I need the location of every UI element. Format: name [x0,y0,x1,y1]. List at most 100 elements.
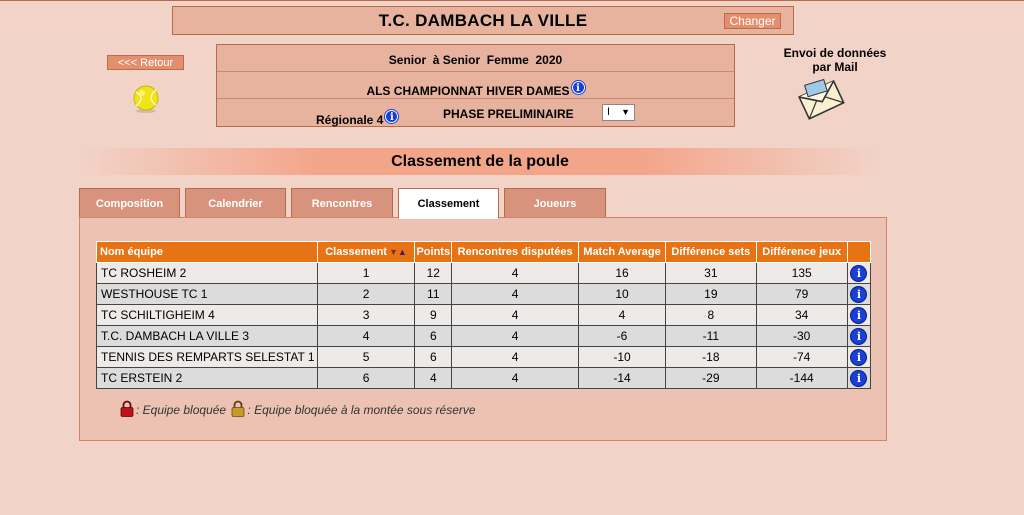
lock-legend: : Equipe bloquée : Equipe bloquée à la m… [118,400,476,417]
team-name: T.C. DAMBACH LA VILLE 3 [96,325,318,347]
diff-sets-cell: 8 [665,304,757,326]
match-average-cell: -10 [577,346,667,368]
played-cell: 4 [451,283,579,305]
col-rank[interactable]: Classement ▼▲ [316,241,416,263]
team-name: TENNIS DES REMPARTS SELESTAT 1 [96,346,318,368]
match-average-cell: 10 [577,283,667,305]
table-header-row: Nom équipe Classement ▼▲ Points Rencontre… [96,241,872,263]
info-cell: i [846,367,872,389]
tab-composition[interactable]: Composition [79,188,180,218]
info-icon[interactable]: i [851,328,867,344]
tab-joueurs[interactable]: Joueurs [504,188,606,218]
points-cell: 6 [414,346,453,368]
info-cell: i [846,283,872,305]
mail-envelope-icon[interactable] [797,75,845,123]
col-diff-sets[interactable]: Différence sets [665,241,757,263]
diff-sets-cell: 31 [665,262,757,284]
played-cell: 4 [451,262,579,284]
col-match-average[interactable]: Match Average [577,241,667,263]
diff-games-cell: 135 [755,262,848,284]
diff-sets-cell: -11 [665,325,757,347]
category-label: Senior à Senior Femme 2020 [388,53,563,67]
col-points[interactable]: Points [414,241,453,263]
info-cell: i [846,304,872,326]
match-average-cell: -14 [577,367,667,389]
col-info [846,241,872,263]
table-row: TC ROSHEIM 2 1 12 4 16 31 135 i [96,262,872,284]
legend-blocked: : Equipe bloquée [136,403,227,417]
rank-cell: 5 [316,346,416,368]
sort-icon[interactable]: ▼▲ [389,247,407,257]
mail-label: Envoi de données par Mail [760,46,910,74]
col-played[interactable]: Rencontres disputées [451,241,579,263]
diff-games-cell: 79 [755,283,848,305]
competition-info-box: Senior à Senior Femme 2020 ALS CHAMPIONN… [216,44,735,127]
points-cell: 11 [414,283,453,305]
championship-wrap: ALS CHAMPIONNAT HIVER DAMES i [217,81,734,98]
tab-classement[interactable]: Classement [398,188,499,219]
mail-label-line1: Envoi de données [783,46,887,60]
table-row: TC ERSTEIN 2 6 4 4 -14 -29 -144 i [96,367,872,389]
ranking-panel: Nom équipe Classement ▼▲ Points Rencontre… [79,217,887,441]
dropdown-arrow-icon: ▼ [621,107,630,117]
points-cell: 12 [414,262,453,284]
tennis-ball-icon [133,85,159,113]
rank-cell: 4 [316,325,416,347]
info-cell: i [846,262,872,284]
played-cell: 4 [451,367,579,389]
red-lock-icon [120,400,134,417]
gold-lock-icon [232,400,245,417]
match-average-cell: 4 [577,304,667,326]
col-rank-label: Classement [325,246,387,258]
phase-selected-value: I [607,106,611,118]
points-cell: 4 [414,367,453,389]
mail-label-line2: par Mail [812,60,858,74]
diff-games-cell: -144 [755,367,848,389]
table-row: TENNIS DES REMPARTS SELESTAT 1 5 6 4 -10… [96,346,872,368]
diff-sets-cell: -18 [665,346,757,368]
rank-cell: 2 [316,283,416,305]
info-icon[interactable]: i [851,307,867,323]
club-header: T.C. DAMBACH LA VILLE Changer [172,6,794,35]
phase-label: PHASE PRELIMINAIRE [443,107,574,121]
table-row: TC SCHILTIGHEIM 4 3 9 4 4 8 34 i [96,304,872,326]
info-icon[interactable]: i [851,370,867,386]
division-row: Régionale 4i PHASE PRELIMINAIRE I ▼ [217,99,734,127]
club-name: T.C. DAMBACH LA VILLE [378,11,588,30]
info-icon[interactable]: i [851,265,867,281]
diff-games-cell: -30 [755,325,848,347]
info-icon[interactable]: i [851,286,867,302]
diff-games-cell: 34 [755,304,848,326]
championship-row: ALS CHAMPIONNAT HIVER DAMES i [217,72,734,99]
info-cell: i [846,325,872,347]
col-diff-games[interactable]: Différence jeux [755,241,848,263]
diff-games-cell: -74 [755,346,848,368]
table-row: WESTHOUSE TC 1 2 11 4 10 19 79 i [96,283,872,305]
phase-select[interactable]: I ▼ [602,104,635,121]
played-cell: 4 [451,325,579,347]
rank-cell: 6 [316,367,416,389]
info-icon[interactable]: i [851,349,867,365]
match-average-cell: 16 [577,262,667,284]
change-club-button[interactable]: Changer [724,13,781,29]
points-cell: 6 [414,325,453,347]
team-name: WESTHOUSE TC 1 [96,283,318,305]
tab-rencontres[interactable]: Rencontres [291,188,393,218]
played-cell: 4 [451,304,579,326]
diff-sets-cell: 19 [665,283,757,305]
points-cell: 9 [414,304,453,326]
section-band: Classement de la poule [80,148,880,175]
info-cell: i [846,346,872,368]
team-name: TC ROSHEIM 2 [96,262,318,284]
tab-calendrier[interactable]: Calendrier [185,188,286,218]
section-title: Classement de la poule [391,153,569,170]
legend-blocked-promotion: : Equipe bloquée à la montée sous réserv… [247,403,476,417]
col-team[interactable]: Nom équipe [96,241,318,263]
played-cell: 4 [451,346,579,368]
back-button[interactable]: <<< Retour [107,55,184,70]
division-wrap: Régionale 4i [316,110,399,127]
championship-label: ALS CHAMPIONNAT HIVER DAMES [366,84,570,98]
info-icon[interactable]: i [385,110,399,123]
info-icon[interactable]: i [571,81,585,94]
table-row: T.C. DAMBACH LA VILLE 3 4 6 4 -6 -11 -30… [96,325,872,347]
